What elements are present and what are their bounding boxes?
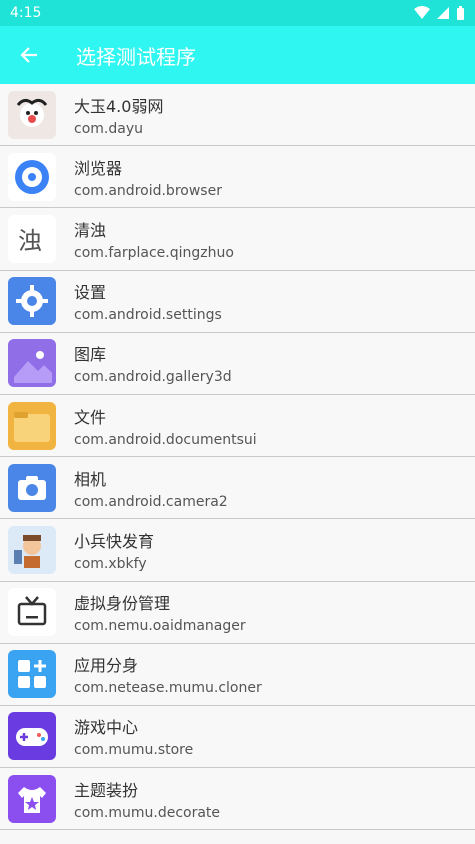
app-text: 浏览器 com.android.browser bbox=[74, 155, 222, 199]
app-list-item[interactable]: 小兵快发育 com.xbkfy bbox=[0, 519, 475, 582]
app-name: 清浊 bbox=[74, 220, 107, 240]
avatar-cow-icon bbox=[8, 90, 56, 139]
app-package: com.nemu.oaidmanager bbox=[74, 618, 246, 635]
app-list-item[interactable]: 图库 com.android.gallery3d bbox=[0, 332, 475, 395]
app-package: com.android.camera2 bbox=[74, 493, 228, 510]
app-package: com.xbkfy bbox=[74, 555, 147, 572]
qingzhuo-icon: 浊 bbox=[8, 214, 56, 263]
app-list-item[interactable]: 设置 com.android.settings bbox=[0, 270, 475, 333]
app-package: com.netease.mumu.cloner bbox=[74, 680, 262, 697]
app-text: 清浊 com.farplace.qingzhuo bbox=[74, 217, 234, 261]
wifi-icon bbox=[414, 6, 430, 19]
app-list-item[interactable]: 虚拟身份管理 com.nemu.oaidmanager bbox=[0, 581, 475, 644]
app-list-item[interactable]: 应用分身 com.netease.mumu.cloner bbox=[0, 643, 475, 706]
app-text: 文件 com.android.documentsui bbox=[74, 404, 257, 448]
gamepad-icon bbox=[8, 712, 56, 761]
app-name: 浏览器 bbox=[74, 158, 123, 178]
app-text: 设置 com.android.settings bbox=[74, 279, 222, 323]
app-package: com.android.documentsui bbox=[74, 431, 257, 448]
status-icons bbox=[414, 5, 465, 21]
app-text: 小兵快发育 com.xbkfy bbox=[74, 528, 154, 572]
app-name: 文件 bbox=[74, 407, 107, 427]
back-button[interactable] bbox=[0, 26, 58, 84]
status-bar: 4:15 bbox=[0, 0, 475, 26]
app-list-item[interactable]: 大玉4.0弱网 com.dayu bbox=[0, 84, 475, 147]
signal-icon bbox=[437, 7, 449, 19]
app-list: 大玉4.0弱网 com.dayu 浏览器 com.android.browser 浊 清浊… bbox=[0, 84, 475, 831]
page-title: 选择测试程序 bbox=[76, 44, 196, 69]
app-name: 小兵快发育 bbox=[74, 531, 155, 551]
app-cloner-icon bbox=[8, 650, 56, 699]
app-list-item[interactable]: 浏览器 com.android.browser bbox=[0, 146, 475, 209]
app-name: 设置 bbox=[74, 283, 107, 303]
app-text: 主题装扮 com.mumu.decorate bbox=[74, 777, 220, 821]
status-time: 4:15 bbox=[10, 5, 42, 21]
app-text: 虚拟身份管理 com.nemu.oaidmanager bbox=[74, 590, 246, 634]
theme-shirt-icon bbox=[8, 774, 56, 823]
app-text: 游戏中心 com.mumu.store bbox=[74, 714, 193, 758]
gallery-icon bbox=[8, 339, 56, 388]
app-list-item[interactable]: 浊 清浊 com.farplace.qingzhuo bbox=[0, 208, 475, 271]
app-list-item[interactable]: 文件 com.android.documentsui bbox=[0, 394, 475, 458]
arrow-left-icon bbox=[20, 47, 37, 63]
app-text: 相机 com.android.camera2 bbox=[74, 466, 228, 510]
browser-icon bbox=[8, 152, 56, 201]
app-name: 主题装扮 bbox=[74, 780, 139, 800]
battery-icon bbox=[457, 5, 464, 20]
app-name: 虚拟身份管理 bbox=[74, 594, 171, 614]
app-package: com.mumu.decorate bbox=[74, 804, 221, 821]
app-name: 游戏中心 bbox=[74, 718, 139, 738]
app-package: com.android.settings bbox=[74, 307, 222, 324]
toolbar: 选择测试程序 bbox=[0, 26, 475, 84]
app-text: 图库 com.android.gallery3d bbox=[74, 341, 232, 385]
svg-text:浊: 浊 bbox=[18, 227, 42, 255]
soldier-game-icon bbox=[8, 525, 56, 574]
app-name: 应用分身 bbox=[74, 656, 139, 676]
app-name: 图库 bbox=[74, 345, 107, 365]
app-package: com.android.browser bbox=[74, 182, 222, 199]
camera-icon bbox=[8, 463, 56, 512]
app-package: com.mumu.store bbox=[74, 742, 194, 759]
app-name: 大玉4.0弱网 bbox=[74, 96, 164, 116]
app-text: 应用分身 com.netease.mumu.cloner bbox=[74, 652, 262, 696]
tv-icon bbox=[8, 588, 56, 637]
settings-gear-icon bbox=[8, 277, 56, 326]
folder-icon bbox=[8, 401, 56, 450]
app-list-item[interactable]: 主题装扮 com.mumu.decorate bbox=[0, 768, 475, 831]
app-package: com.android.gallery3d bbox=[74, 369, 232, 386]
app-package: com.farplace.qingzhuo bbox=[74, 244, 234, 261]
app-text: 大玉4.0弱网 com.dayu bbox=[74, 93, 163, 137]
app-name: 相机 bbox=[74, 469, 107, 489]
app-package: com.dayu bbox=[74, 120, 143, 137]
app-list-item[interactable]: 相机 com.android.camera2 bbox=[0, 457, 475, 520]
app-list-item[interactable]: 游戏中心 com.mumu.store bbox=[0, 705, 475, 769]
